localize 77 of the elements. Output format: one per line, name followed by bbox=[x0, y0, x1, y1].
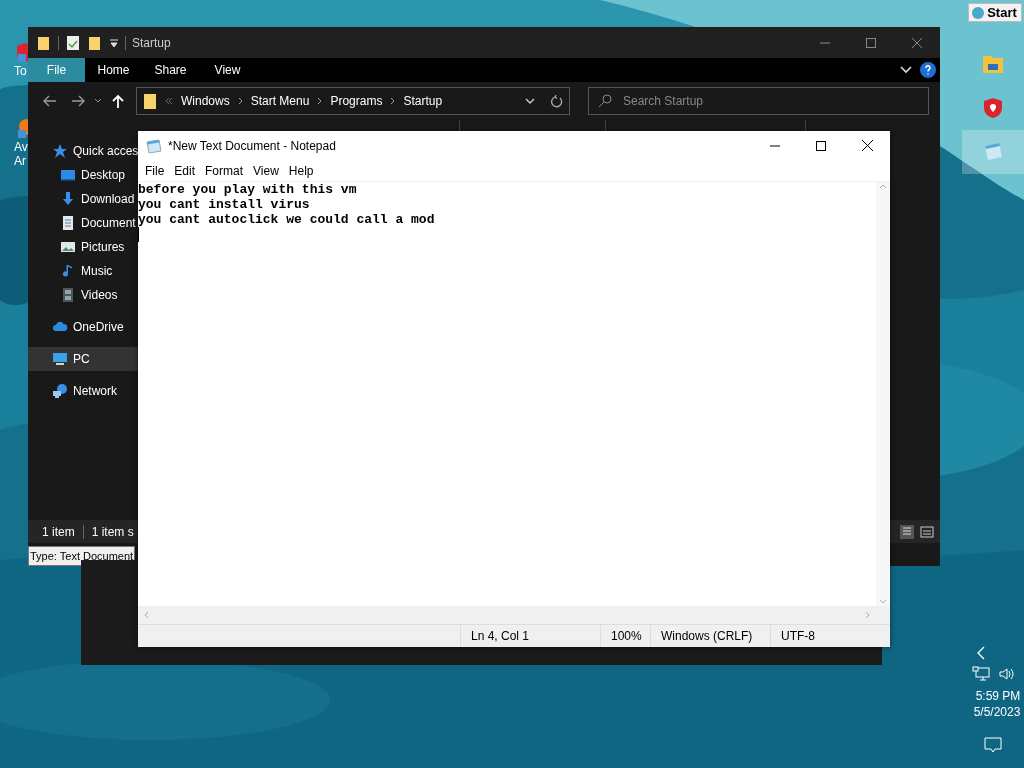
notepad-icon bbox=[146, 137, 162, 154]
chevron-down-icon[interactable] bbox=[94, 98, 102, 104]
chevron-down-icon[interactable] bbox=[525, 98, 535, 104]
ribbon-tab[interactable]: Share bbox=[142, 58, 199, 82]
film-icon bbox=[60, 287, 76, 303]
notification-icon[interactable] bbox=[984, 736, 1002, 754]
chevron-left-icon[interactable] bbox=[976, 646, 986, 660]
tiles-view-icon[interactable] bbox=[920, 524, 934, 539]
breadcrumb[interactable]: Programs bbox=[330, 94, 383, 108]
nav-item[interactable]: Desktop bbox=[28, 163, 138, 187]
nav-item[interactable]: Music bbox=[28, 259, 138, 283]
folder-icon bbox=[143, 92, 157, 110]
details-view-icon[interactable] bbox=[900, 524, 914, 539]
zoom-level: 100% bbox=[600, 625, 650, 647]
help-icon[interactable] bbox=[920, 62, 936, 78]
line-ending: Windows (CRLF) bbox=[650, 625, 770, 647]
window-title: *New Text Document - Notepad bbox=[168, 138, 336, 153]
chevron-right-icon[interactable] bbox=[237, 97, 243, 105]
search-field[interactable]: Search Startup bbox=[588, 87, 929, 115]
chevron-right-icon[interactable] bbox=[390, 97, 396, 105]
up-arrow-icon bbox=[112, 94, 124, 108]
clock-time[interactable]: 5:59 PM bbox=[975, 688, 1021, 704]
text-area[interactable]: before you play with this vm you cant install virus you cant autoclick we could call a mod bbox=[138, 182, 876, 606]
nav-item[interactable]: Network bbox=[28, 379, 138, 403]
refresh-icon[interactable] bbox=[551, 94, 563, 108]
window-title: Startup bbox=[132, 35, 171, 50]
breadcrumb[interactable]: Windows bbox=[181, 94, 230, 108]
desktop-icon bbox=[60, 167, 76, 183]
pictures-icon bbox=[60, 239, 76, 255]
download-icon bbox=[60, 191, 76, 207]
star-icon bbox=[52, 143, 68, 159]
status-text: 1 item bbox=[42, 524, 75, 539]
folder-icon[interactable] bbox=[87, 34, 103, 51]
breadcrumb[interactable]: Startup bbox=[403, 94, 443, 108]
breadcrumb[interactable]: Start Menu bbox=[250, 94, 310, 108]
checklist-icon[interactable] bbox=[65, 34, 81, 51]
folder-icon[interactable] bbox=[36, 34, 52, 51]
nav-item[interactable]: Videos bbox=[28, 283, 138, 307]
nav-item[interactable]: Pictures bbox=[28, 235, 138, 259]
ribbon-tab[interactable]: Home bbox=[85, 58, 142, 82]
speaker-icon[interactable] bbox=[998, 666, 1014, 682]
shield-icon bbox=[981, 96, 1005, 120]
menu-item[interactable]: Help bbox=[283, 163, 319, 178]
back-arrow-icon bbox=[43, 95, 57, 107]
desktop-icon-label: To bbox=[14, 64, 27, 78]
ribbon-tab[interactable]: View bbox=[199, 58, 256, 82]
maximize-icon bbox=[866, 37, 876, 48]
nav-item[interactable]: OneDrive bbox=[28, 315, 138, 339]
forward-arrow-icon bbox=[71, 95, 85, 107]
encoding: UTF-8 bbox=[770, 625, 890, 647]
nav-item[interactable]: Document bbox=[28, 211, 138, 235]
taskbar-button[interactable] bbox=[962, 130, 1024, 174]
chevron-right-icon[interactable] bbox=[317, 97, 323, 105]
network-icon bbox=[52, 383, 68, 399]
start-button[interactable]: Start bbox=[968, 3, 1022, 22]
menu-item[interactable]: Edit bbox=[169, 163, 201, 178]
desktop-icon-label: Av Ar bbox=[14, 140, 28, 168]
close-icon bbox=[912, 37, 922, 48]
dropdown-icon[interactable] bbox=[109, 37, 119, 48]
monitor-icon bbox=[52, 351, 68, 367]
document-icon bbox=[60, 215, 76, 231]
status-text: 1 item s bbox=[91, 524, 134, 539]
nav-item[interactable]: Quick acces bbox=[28, 139, 138, 163]
menu-item[interactable]: Format bbox=[200, 163, 249, 178]
network-icon[interactable] bbox=[972, 666, 990, 682]
maximize-icon bbox=[816, 140, 826, 151]
close-icon bbox=[861, 140, 873, 151]
nav-item[interactable]: PC bbox=[28, 347, 138, 371]
double-chevron-icon[interactable] bbox=[165, 97, 173, 105]
menu-item[interactable]: View bbox=[248, 163, 284, 178]
search-icon bbox=[598, 94, 612, 108]
clock-date[interactable]: 5/5/2023 bbox=[973, 704, 1021, 720]
ribbon-tab[interactable]: File bbox=[28, 58, 85, 82]
menu-item[interactable]: File bbox=[140, 163, 170, 178]
address-bar[interactable]: Windows Start Menu Programs Startup bbox=[136, 87, 570, 115]
nav-item[interactable]: Download bbox=[28, 187, 138, 211]
cursor-position: Ln 4, Col 1 bbox=[460, 625, 600, 647]
